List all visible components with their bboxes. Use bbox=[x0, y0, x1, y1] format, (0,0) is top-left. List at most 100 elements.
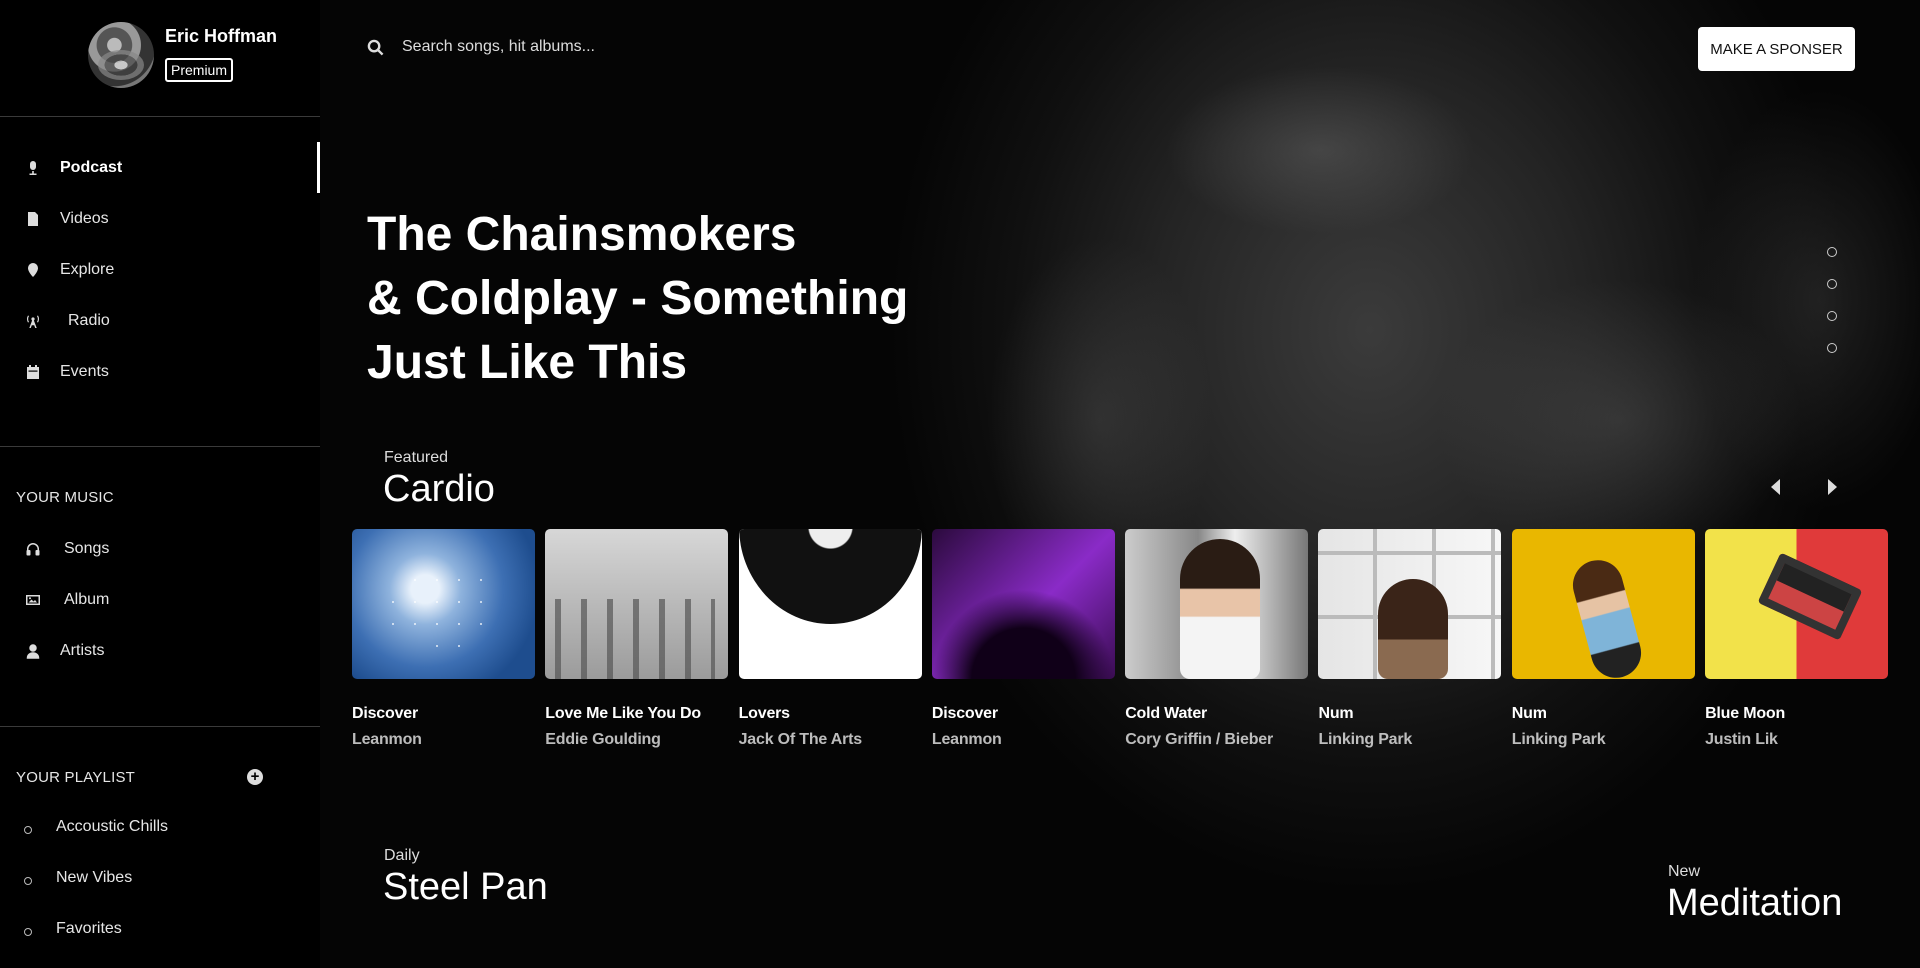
nav-item-events[interactable]: Events bbox=[0, 346, 320, 397]
featured-carousel: Discover Leanmon Love Me Like You Do Edd… bbox=[352, 529, 1889, 749]
playlist-item[interactable]: Favorites bbox=[24, 920, 122, 938]
user-name: Eric Hoffman bbox=[165, 26, 278, 46]
featured-label: Featured bbox=[384, 449, 449, 466]
hero-title-line: & Coldplay - Something bbox=[367, 272, 909, 325]
your-music-list: Songs Album Artists bbox=[0, 523, 320, 676]
avatar[interactable] bbox=[88, 22, 154, 88]
main-nav: Podcast Videos Explore Radio Events bbox=[0, 142, 320, 397]
hero-slide-dots bbox=[1827, 247, 1837, 375]
playlist-item[interactable]: Accoustic Chills bbox=[24, 818, 168, 836]
your-music-title: YOUR MUSIC bbox=[16, 489, 114, 506]
add-playlist-icon[interactable]: + bbox=[247, 769, 263, 785]
nav-item-songs[interactable]: Songs bbox=[0, 523, 320, 574]
radio-tower-icon bbox=[24, 312, 42, 330]
album-title: Lovers bbox=[738, 705, 790, 722]
map-pin-icon bbox=[24, 261, 42, 279]
album-cover[interactable] bbox=[352, 529, 535, 679]
album-title: Num bbox=[1511, 705, 1547, 722]
carousel-next-icon[interactable] bbox=[1828, 479, 1837, 495]
microphone-icon bbox=[24, 159, 42, 177]
album-card[interactable]: Cold Water Cory Griffin / Bieber bbox=[1125, 529, 1309, 749]
album-title: Blue Moon bbox=[1705, 705, 1786, 722]
album-artist: Linking Park bbox=[1318, 731, 1413, 748]
album-artist: Justin Lik bbox=[1705, 731, 1778, 748]
daily-label: Daily bbox=[384, 847, 420, 864]
playlist-label: New Vibes bbox=[56, 869, 133, 886]
divider bbox=[0, 446, 320, 447]
album-cover[interactable] bbox=[1705, 529, 1889, 679]
bullet-icon bbox=[24, 928, 32, 936]
headphones-icon bbox=[24, 540, 42, 558]
album-card[interactable]: Num Linking Park bbox=[1511, 529, 1695, 749]
make-sponsor-button[interactable]: MAKE A SPONSER bbox=[1698, 27, 1855, 71]
nav-item-explore[interactable]: Explore bbox=[0, 244, 320, 295]
search-icon bbox=[367, 39, 384, 55]
album-title: Discover bbox=[352, 705, 418, 722]
album-cover[interactable] bbox=[931, 529, 1115, 679]
new-label: New bbox=[1668, 863, 1701, 880]
album-card[interactable]: Lovers Jack Of The Arts bbox=[738, 529, 922, 749]
nav-label: Album bbox=[64, 590, 110, 608]
daily-title: Steel Pan bbox=[383, 866, 548, 908]
nav-item-podcast[interactable]: Podcast bbox=[0, 142, 320, 193]
bullet-icon bbox=[24, 826, 32, 834]
album-artist: Jack Of The Arts bbox=[738, 731, 863, 748]
nav-label: Events bbox=[60, 362, 109, 380]
file-icon bbox=[24, 210, 42, 228]
bullet-icon bbox=[24, 877, 32, 885]
slide-dot[interactable] bbox=[1827, 343, 1837, 353]
hero-title-line: Just Like This bbox=[367, 336, 688, 389]
slide-dot[interactable] bbox=[1827, 311, 1837, 321]
album-title: Num bbox=[1318, 705, 1354, 722]
search-placeholder: Search songs, hit albums... bbox=[402, 38, 595, 55]
album-title: Cold Water bbox=[1125, 705, 1208, 722]
album-card[interactable]: Num Linking Park bbox=[1318, 529, 1502, 749]
album-cover[interactable] bbox=[1511, 529, 1695, 679]
calendar-icon bbox=[24, 363, 42, 381]
nav-item-artists[interactable]: Artists bbox=[0, 625, 320, 676]
playlist-label: Favorites bbox=[56, 920, 122, 937]
album-artist: Linking Park bbox=[1511, 731, 1606, 748]
album-card[interactable]: Blue Moon Justin Lik bbox=[1705, 529, 1889, 749]
album-card[interactable]: Discover Leanmon bbox=[931, 529, 1115, 749]
nav-label: Artists bbox=[60, 641, 105, 659]
your-playlist-title: YOUR PLAYLIST bbox=[16, 769, 136, 786]
slide-dot[interactable] bbox=[1827, 247, 1837, 257]
user-icon bbox=[24, 642, 42, 660]
nav-label: Explore bbox=[60, 260, 115, 278]
nav-label: Podcast bbox=[60, 158, 123, 176]
profile-block: Eric Hoffman Premium bbox=[0, 0, 320, 117]
album-card[interactable]: Love Me Like You Do Eddie Goulding bbox=[545, 529, 729, 749]
new-title: Meditation bbox=[1667, 882, 1843, 924]
hero-title-line: The Chainsmokers bbox=[367, 208, 797, 261]
sidebar: Eric Hoffman Premium Podcast Videos Expl… bbox=[0, 0, 320, 968]
playlist-item[interactable]: New Vibes bbox=[24, 869, 132, 887]
premium-badge: Premium bbox=[165, 58, 234, 82]
album-title: Discover bbox=[931, 705, 998, 722]
album-artist: Cory Griffin / Bieber bbox=[1125, 731, 1274, 748]
album-title: Love Me Like You Do bbox=[545, 705, 701, 722]
nav-label: Videos bbox=[60, 209, 109, 227]
album-cover[interactable] bbox=[545, 529, 729, 679]
featured-title: Cardio bbox=[383, 468, 495, 510]
album-artist: Eddie Goulding bbox=[545, 731, 661, 748]
carousel-prev-icon[interactable] bbox=[1771, 479, 1780, 495]
slide-dot[interactable] bbox=[1827, 279, 1837, 289]
nav-label: Songs bbox=[64, 539, 110, 557]
divider bbox=[0, 726, 320, 727]
album-cover[interactable] bbox=[738, 529, 922, 679]
nav-item-videos[interactable]: Videos bbox=[0, 193, 320, 244]
hero-title: The Chainsmokers & Coldplay - Something … bbox=[367, 203, 927, 395]
album-artist: Leanmon bbox=[352, 731, 422, 748]
playlist-label: Accoustic Chills bbox=[56, 818, 169, 835]
album-card[interactable]: Discover Leanmon bbox=[352, 529, 535, 749]
nav-item-radio[interactable]: Radio bbox=[0, 295, 320, 346]
nav-label: Radio bbox=[68, 311, 110, 329]
nav-item-album[interactable]: Album bbox=[0, 574, 320, 625]
image-icon bbox=[24, 591, 42, 609]
main-content: Search songs, hit albums... MAKE A SPONS… bbox=[320, 0, 1920, 968]
album-cover[interactable] bbox=[1125, 529, 1309, 679]
album-artist: Leanmon bbox=[931, 731, 1002, 748]
search-bar[interactable]: Search songs, hit albums... bbox=[367, 38, 595, 56]
album-cover[interactable] bbox=[1318, 529, 1502, 679]
